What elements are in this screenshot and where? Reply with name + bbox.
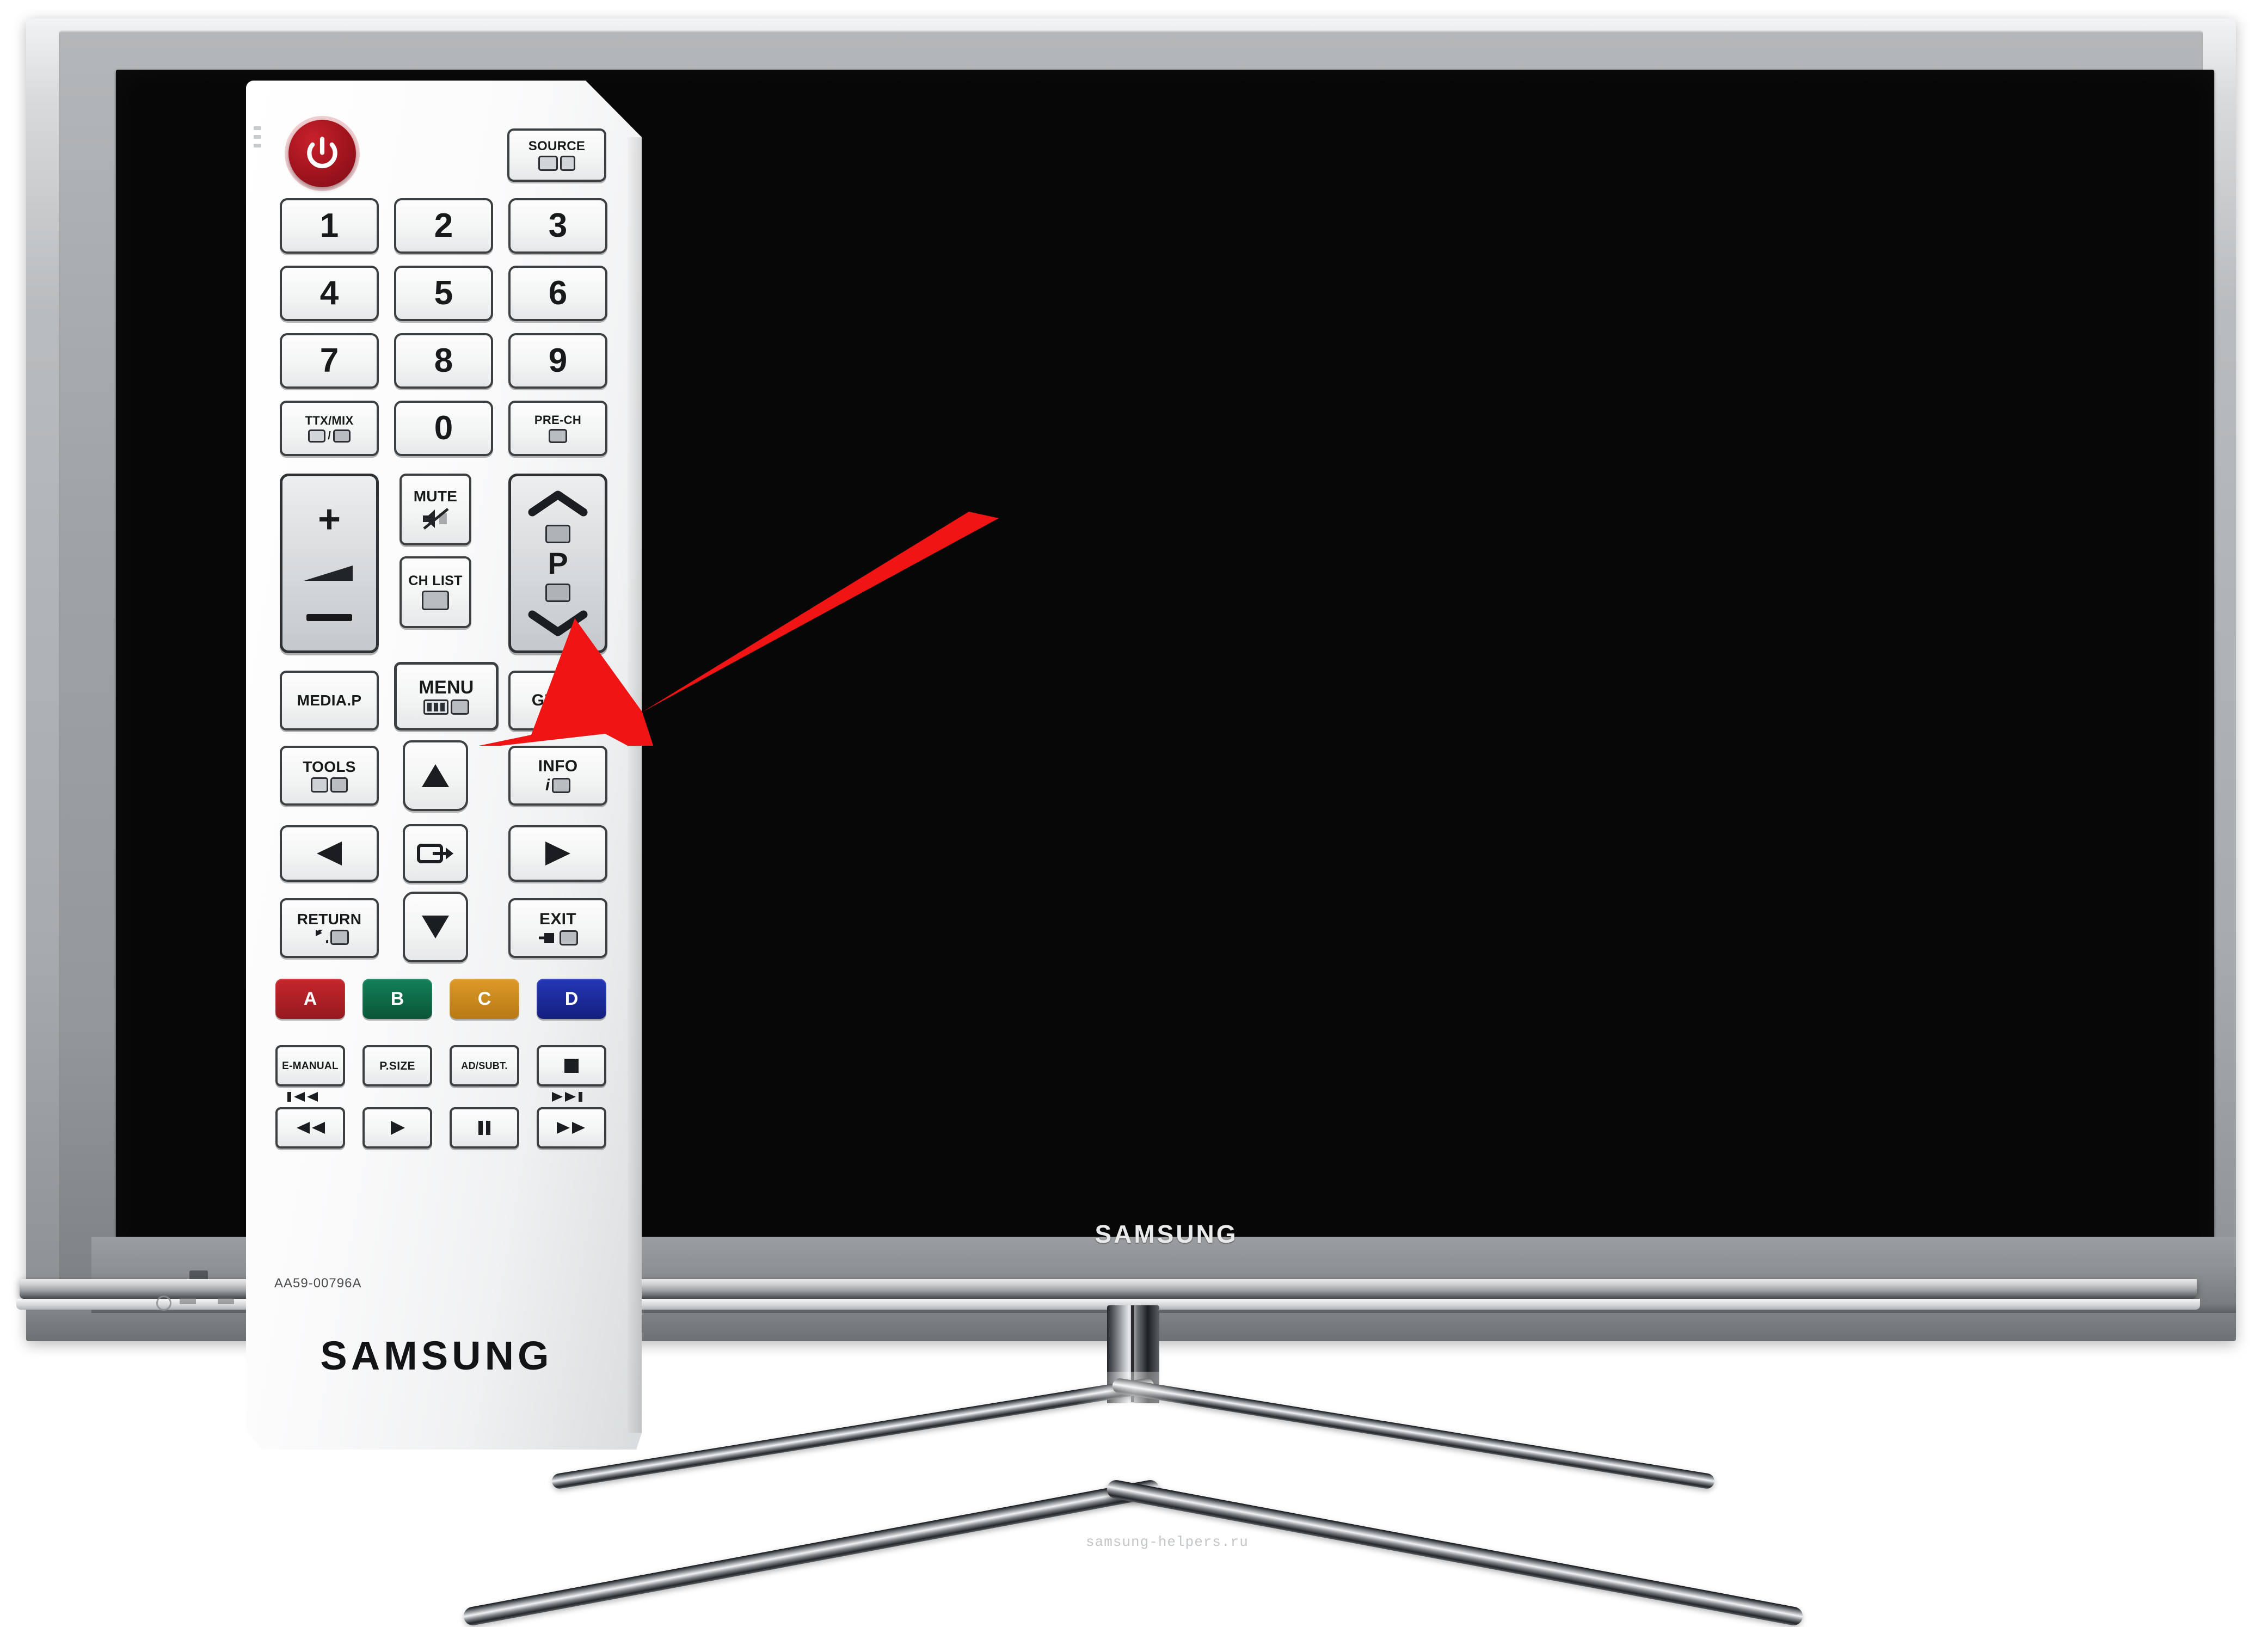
return-icon <box>310 929 349 945</box>
down-arrow-icon <box>422 916 449 938</box>
previous-track-icon <box>287 1091 320 1106</box>
ad-subt-button[interactable]: AD/SUBT. <box>450 1045 519 1086</box>
watermark-text: samsung-helpers.ru <box>1086 1534 1249 1550</box>
power-icon <box>307 137 337 169</box>
digit-1-button[interactable]: 1 <box>280 198 379 254</box>
tv-stand-leg-rear-right <box>1111 1377 1716 1490</box>
power-button[interactable] <box>288 120 356 187</box>
volume-down-icon[interactable] <box>306 613 352 621</box>
tv-power-led <box>156 1296 171 1311</box>
rewind-button[interactable] <box>275 1107 345 1149</box>
info-button[interactable]: INFO i <box>508 746 607 806</box>
menu-icon <box>423 699 469 715</box>
nav-up-button[interactable] <box>403 740 468 811</box>
next-track-icon <box>550 1091 582 1106</box>
fast-forward-button[interactable] <box>537 1107 606 1149</box>
ttx-mix-button[interactable]: TTX/MIX / <box>280 401 379 456</box>
p-size-button[interactable]: P.SIZE <box>362 1045 432 1086</box>
pre-ch-button[interactable]: PRE-CH <box>508 401 607 456</box>
ch-list-icon <box>422 591 449 610</box>
display-box-icon <box>560 155 575 171</box>
ttx-icons: / <box>308 429 351 443</box>
volume-rocker[interactable]: + <box>280 474 379 653</box>
e-manual-button[interactable]: E-MANUAL <box>275 1045 345 1086</box>
nav-down-button[interactable] <box>403 892 468 962</box>
pause-icon <box>478 1121 490 1135</box>
remote-ir-leds <box>254 126 266 152</box>
arrow-head <box>479 618 651 746</box>
digit-5-button[interactable]: 5 <box>394 266 493 321</box>
nav-right-button[interactable] <box>508 825 607 882</box>
digit-6-button[interactable]: 6 <box>508 266 607 321</box>
digit-4-button[interactable]: 4 <box>280 266 379 321</box>
return-button[interactable]: RETURN <box>280 898 379 958</box>
tv-stand-leg-front-left <box>462 1478 1161 1627</box>
play-button[interactable] <box>362 1107 432 1149</box>
right-arrow-icon <box>545 842 570 865</box>
enter-button[interactable] <box>403 824 468 883</box>
digit-7-button[interactable]: 7 <box>280 333 379 389</box>
digit-2-button[interactable]: 2 <box>394 198 493 254</box>
slash-divider: / <box>328 429 331 442</box>
up-arrow-icon <box>422 764 449 787</box>
exit-button[interactable]: EXIT <box>508 898 607 958</box>
source-button[interactable]: SOURCE <box>507 128 606 182</box>
tools-icon <box>311 777 348 793</box>
remote-right-edge <box>628 137 642 1433</box>
tools-button[interactable]: TOOLS <box>280 746 379 806</box>
enter-icon <box>417 844 453 863</box>
pause-button[interactable] <box>450 1107 519 1149</box>
color-key-d[interactable]: D <box>537 979 606 1019</box>
exit-icon <box>538 930 578 945</box>
mute-icon <box>421 507 450 531</box>
color-key-c[interactable]: C <box>450 979 519 1019</box>
digit-8-button[interactable]: 8 <box>394 333 493 389</box>
stop-icon <box>564 1059 579 1073</box>
ch-list-button[interactable]: CH LIST <box>399 556 471 628</box>
mute-button[interactable]: MUTE <box>399 474 471 545</box>
color-key-b[interactable]: B <box>362 979 432 1019</box>
source-icons <box>538 155 575 171</box>
volume-up-icon[interactable]: + <box>318 500 341 539</box>
annotation-arrow <box>479 512 999 746</box>
color-key-a[interactable]: A <box>275 979 345 1019</box>
input-box-icon <box>538 155 558 171</box>
tv-brand-logo: SAMSUNG <box>1095 1220 1238 1248</box>
tv-stand-leg-front-right <box>1105 1478 1804 1627</box>
play-icon <box>391 1121 405 1135</box>
digit-9-button[interactable]: 9 <box>508 333 607 389</box>
nav-left-button[interactable] <box>280 825 379 882</box>
stop-button[interactable] <box>537 1045 606 1086</box>
teletext-icon <box>308 429 326 443</box>
prech-icon-wrap <box>549 428 567 443</box>
info-icon: i <box>545 777 571 794</box>
mix-icon <box>333 429 351 443</box>
left-arrow-icon <box>317 842 342 865</box>
remote-control: SOURCE 1 2 3 4 5 6 7 8 9 TTX/MIX / 0 PRE… <box>246 81 642 1450</box>
media-p-button[interactable]: MEDIA.P <box>280 671 379 730</box>
previous-channel-icon <box>549 428 567 443</box>
remote-model-code: AA59-00796A <box>274 1276 362 1291</box>
fast-forward-icon <box>557 1122 585 1134</box>
volume-level-icon <box>304 565 353 581</box>
remote-brand-logo: SAMSUNG <box>320 1333 553 1378</box>
rewind-icon <box>297 1122 325 1134</box>
digit-3-button[interactable]: 3 <box>508 198 607 254</box>
digit-0-button[interactable]: 0 <box>394 401 493 456</box>
